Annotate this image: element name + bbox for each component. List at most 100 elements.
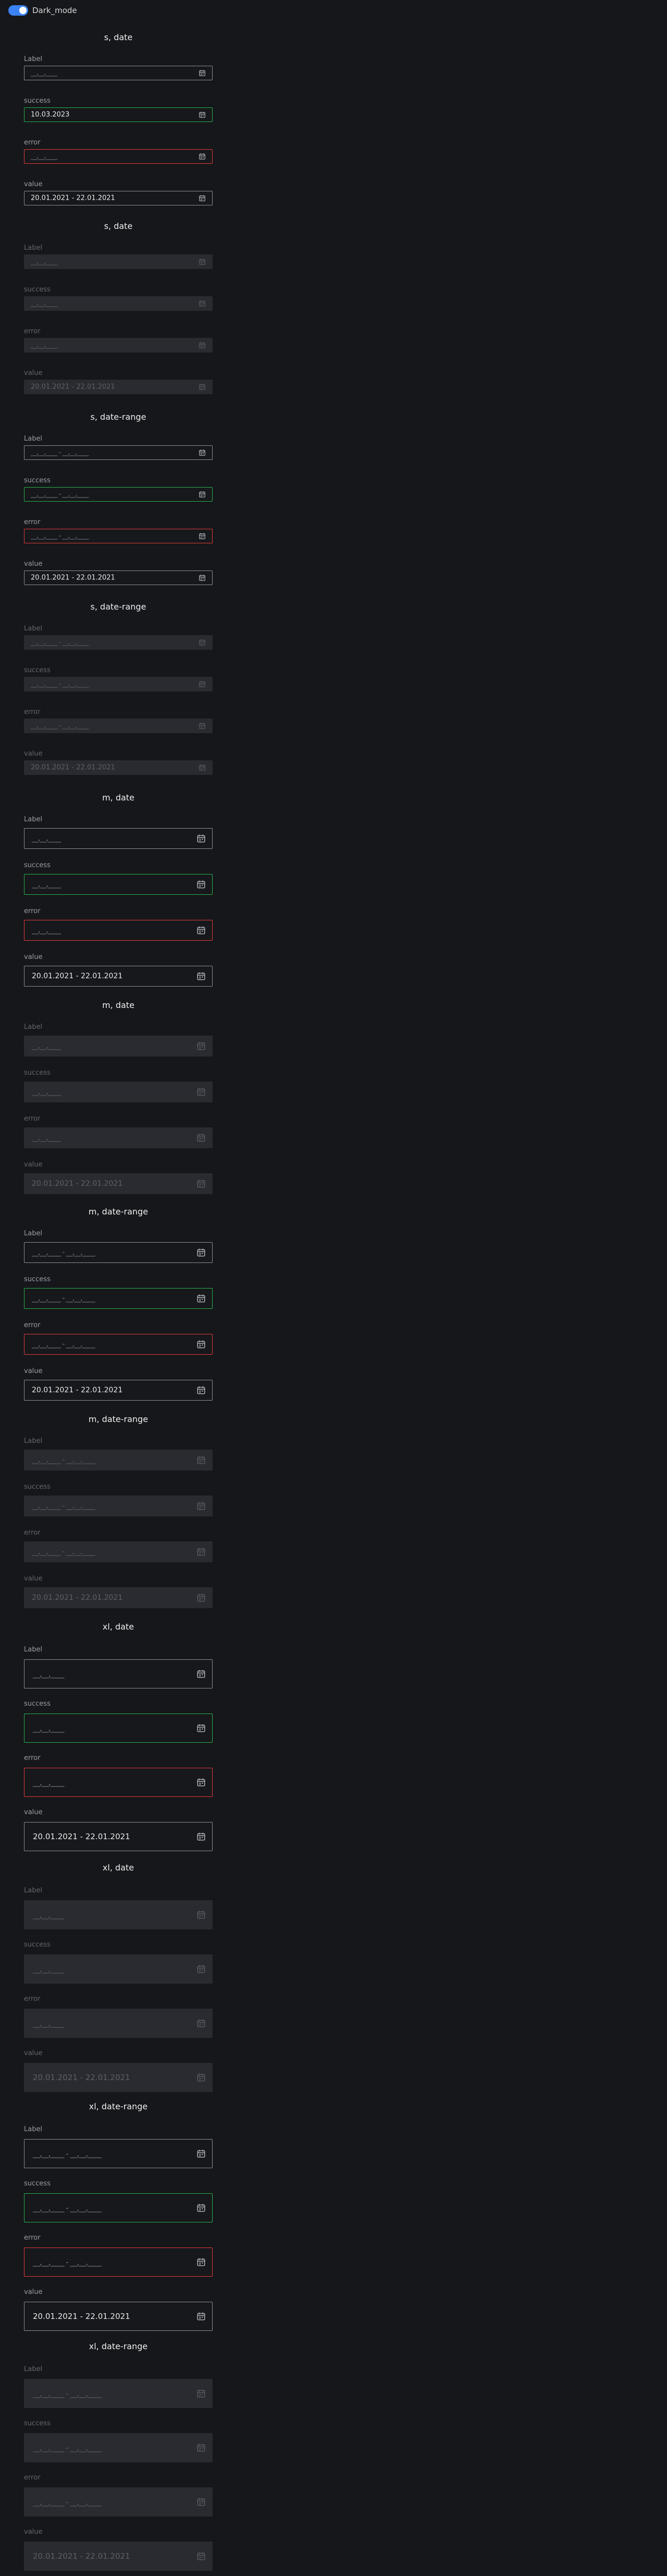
field-label: Label [24,625,43,633]
date-input: __,__,____ - __,__,____ [24,1450,213,1471]
datepicker-field-label: Label __,__,____ - __,__,____ [24,1437,213,1471]
calendar-icon[interactable] [196,880,206,889]
field-label: error [24,518,41,526]
datepicker-field-label: Label __,__,____ - __,__,____ [24,435,213,460]
field-label: error [24,2474,41,2482]
calendar-icon[interactable] [199,491,206,498]
calendar-icon[interactable] [199,195,206,202]
date-input[interactable]: __,__,____ [24,149,213,164]
calendar-icon[interactable] [196,971,206,981]
dark-mode-toggle[interactable] [8,5,28,16]
datepicker-field-error: error __,__,____ - __,__,____ [24,1529,213,1562]
calendar-icon [196,2389,206,2398]
date-placeholder: __,__,____ [33,1778,65,1787]
dark-mode-label: Dark_mode [32,6,77,15]
date-value: 20.01.2021 - 22.01.2021 [33,2551,130,2561]
field-label: success [24,1483,51,1491]
date-input: __,__,____ - __,__,____ [24,1541,213,1562]
datepicker-field-error: error __,__,____ - __,__,____ [24,518,213,543]
date-input[interactable]: __,__,____ - __,__,____ [24,445,213,460]
calendar-icon[interactable] [196,834,206,843]
calendar-icon[interactable] [196,2149,206,2158]
date-input[interactable]: __,__,____ - __,__,____ [24,2193,213,2222]
field-label: value [24,750,43,758]
datepicker-field-label: Label __,__,____ [24,816,213,849]
date-input[interactable]: __,__,____ - __,__,____ [24,1288,213,1309]
calendar-icon[interactable] [196,2257,206,2267]
date-input[interactable]: __,__,____ [24,1659,213,1688]
datepicker-field-success: success __,__,____ - __,__,____ [24,2180,213,2222]
date-value: 20.01.2021 - 22.01.2021 [31,574,115,582]
date-input[interactable]: __,__,____ [24,828,213,849]
date-placeholder: __,__,____ - __,__,____ [31,490,89,499]
date-input: 20.01.2021 - 22.01.2021 [24,1587,213,1608]
calendar-icon [199,342,206,349]
date-input[interactable]: 20.01.2021 - 22.01.2021 [24,2302,213,2331]
date-input[interactable]: 20.01.2021 - 22.01.2021 [24,966,213,987]
calendar-icon[interactable] [196,1832,206,1841]
datepicker-field-success: success __,__,____ [24,861,213,895]
calendar-icon[interactable] [196,1294,206,1303]
date-value: 20.01.2021 - 22.01.2021 [32,972,123,980]
section-title: xl, date-range [89,2101,148,2111]
date-value: 20.01.2021 - 22.01.2021 [31,194,115,202]
date-input[interactable]: 20.01.2021 - 22.01.2021 [24,191,213,205]
date-value: 20.01.2021 - 22.01.2021 [32,1594,123,1602]
date-input[interactable]: __,__,____ [24,66,213,80]
calendar-icon[interactable] [196,1778,206,1787]
field-label: error [24,907,41,915]
calendar-icon[interactable] [199,574,206,581]
calendar-icon [196,2019,206,2028]
calendar-icon[interactable] [199,111,206,118]
calendar-icon[interactable] [199,69,206,77]
calendar-icon[interactable] [196,1248,206,1257]
date-input[interactable]: 20.01.2021 - 22.01.2021 [24,1822,213,1851]
date-input[interactable]: __,__,____ - __,__,____ [24,2247,213,2277]
top-bar: Dark_mode [8,4,77,17]
datepicker-field-error: error __,__,____ [24,1115,213,1148]
field-label: error [24,1321,41,1329]
calendar-icon[interactable] [196,2203,206,2213]
field-label: Label [24,1437,43,1445]
calendar-icon[interactable] [199,532,206,540]
date-input[interactable]: __,__,____ - __,__,____ [24,487,213,502]
section-title: m, date-range [88,1414,149,1424]
field-label: Label [24,55,43,63]
date-input: __,__,____ - __,__,____ [24,2487,213,2517]
calendar-icon[interactable] [196,1669,206,1679]
calendar-icon[interactable] [199,153,206,160]
date-placeholder: __,__,____ - __,__,____ [31,722,89,730]
date-input[interactable]: __,__,____ [24,1714,213,1743]
date-placeholder: __,__,____ [32,926,61,934]
date-placeholder: __,__,____ [31,69,57,77]
calendar-icon[interactable] [199,449,206,456]
date-placeholder: __,__,____ [33,2019,65,2028]
date-input[interactable]: 20.01.2021 - 22.01.2021 [24,570,213,585]
date-placeholder: __,__,____ [32,880,61,889]
calendar-icon[interactable] [196,1723,206,1733]
date-input[interactable]: 10.03.2023 [24,107,213,122]
datepicker-field-label: Label __,__,____ [24,1646,213,1688]
date-input[interactable]: __,__,____ [24,874,213,895]
date-input: __,__,____ [24,254,213,269]
date-placeholder: __,__,____ [32,1042,61,1050]
calendar-icon[interactable] [196,1386,206,1395]
calendar-icon[interactable] [196,2312,206,2321]
date-input[interactable]: __,__,____ - __,__,____ [24,1334,213,1355]
date-input[interactable]: __,__,____ - __,__,____ [24,1242,213,1263]
datepicker-field-value: value 20.01.2021 - 22.01.2021 [24,1161,213,1194]
date-input[interactable]: __,__,____ [24,920,213,941]
datepicker-field-error: error __,__,____ [24,907,213,941]
calendar-icon [196,1547,206,1557]
date-input: __,__,____ - __,__,____ [24,677,213,691]
date-input[interactable]: __,__,____ - __,__,____ [24,2139,213,2168]
calendar-icon[interactable] [196,926,206,935]
date-input[interactable]: 20.01.2021 - 22.01.2021 [24,1380,213,1401]
calendar-icon[interactable] [196,1340,206,1349]
date-input[interactable]: __,__,____ - __,__,____ [24,529,213,543]
section-title: m, date [102,1000,134,1010]
date-input[interactable]: __,__,____ [24,1768,213,1797]
section-title: xl, date [102,1622,134,1632]
field-label: value [24,1575,43,1583]
datepicker-field-error: error __,__,____ [24,1995,213,2038]
